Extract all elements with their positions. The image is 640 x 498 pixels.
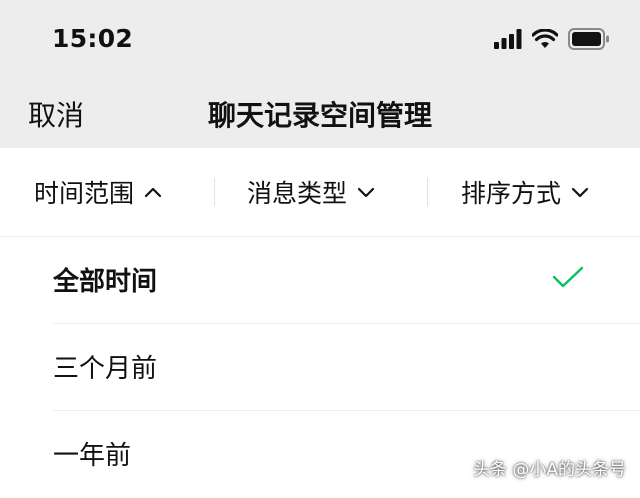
filter-divider [214,178,215,206]
filter-divider [427,178,428,206]
status-icons [494,28,610,54]
chevron-down-icon [357,186,375,198]
signal-bars-icon [494,29,522,53]
checkmark-icon [552,265,584,293]
top-header-area: 15:02 取消 聊天记录空间管理 [0,0,640,148]
filter-label: 时间范围 [34,179,135,208]
chevron-up-icon [144,186,162,198]
option-all-time[interactable]: 全部时间 [0,237,640,324]
option-label: 全部时间 [53,267,158,297]
chevron-down-icon [571,186,589,198]
page-title: 聊天记录空间管理 [207,99,432,132]
filter-label: 排序方式 [461,179,562,208]
wifi-icon [531,28,559,53]
option-label: 三个月前 [53,354,158,384]
filter-time-range[interactable]: 时间范围 [34,148,162,236]
filter-message-type[interactable]: 消息类型 [247,148,375,236]
filter-bar: 时间范围 消息类型 排序方式 [0,148,640,237]
filter-sort-order[interactable]: 排序方式 [461,148,589,236]
status-time: 15:02 [52,24,134,53]
battery-icon [568,28,610,54]
watermark: 头条 @小A的头条号 [472,460,626,480]
option-three-months-ago[interactable]: 三个月前 [0,324,640,411]
option-label: 一年前 [53,441,132,471]
filter-label: 消息类型 [247,179,348,208]
